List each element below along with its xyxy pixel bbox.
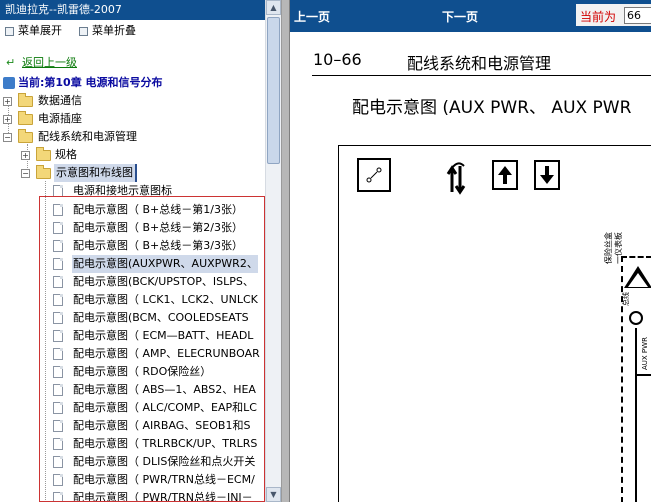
section-number: 10–66	[313, 50, 362, 69]
fuse-icon	[629, 311, 643, 325]
tree-item-label: 配电示意图（ B+总线－第3/3张）	[73, 239, 243, 252]
tree-item-label: 配电示意图（ AMP、ELECRUNBOAR	[73, 347, 260, 360]
pane-splitter[interactable]	[281, 0, 290, 502]
bus-label: 总线	[622, 292, 630, 306]
viewer-toolbar: 上一页 下一页 当前为	[290, 0, 651, 32]
menu-expand-button[interactable]: 菜单展开	[2, 24, 62, 38]
tree-item-label: 配电示意图（ RDO保险丝）	[73, 365, 212, 378]
current-chapter-label: 当前:第10章 电源和信号分布	[18, 76, 163, 89]
tree-item-label: 配电示意图（ B+总线－第1/3张）	[73, 203, 243, 216]
document-icon	[53, 348, 63, 360]
folder-open-icon	[18, 129, 33, 143]
tree-scrollbar[interactable]: ▲ ▼	[265, 0, 281, 502]
tree-item-label: 配电示意图(BCK/UPSTOP、ISLPS、	[73, 275, 254, 288]
page-label: 当前为	[580, 10, 617, 24]
navigation-pane: 凯迪拉克--凯雷德-2007 菜单展开 菜单折叠 ↵ 返回上一级 当前:第10章…	[0, 0, 281, 502]
arrow-down-icon	[534, 160, 560, 190]
tree-item-label: 配电示意图（ ABS—1、ABS2、HEA	[73, 383, 256, 396]
document-icon	[53, 384, 63, 396]
document-icon	[53, 240, 63, 252]
document-icon	[53, 330, 63, 342]
wiring-diagram: 保险丝盒 一仪表板 总线 AUX PWR	[338, 145, 651, 502]
tree-item-label: 配电示意图（ PWR/TRN总线－INJ－	[73, 491, 253, 502]
tree-item-label: 配电示意图（ TRLRBCK/UP、TRLRS	[73, 437, 258, 450]
document-icon	[53, 474, 63, 486]
tree-item-label: 配电示意图（ ECM—BATT、HEADL	[73, 329, 254, 342]
document-icon	[53, 456, 63, 468]
expand-plus-icon[interactable]: +	[21, 151, 30, 160]
connector-view-icon	[357, 158, 391, 192]
menu-collapse-button[interactable]: 菜单折叠	[76, 24, 136, 38]
section-title: 配线系统和电源管理	[407, 54, 552, 73]
document-icon	[53, 492, 63, 501]
header-rule	[312, 75, 651, 76]
menu-expand-label: 菜单展开	[18, 24, 62, 37]
wire-line	[635, 328, 637, 502]
wire-line	[635, 374, 651, 376]
collapse-minus-icon[interactable]: −	[3, 133, 12, 142]
scrollbar-thumb[interactable]	[267, 17, 280, 164]
tree-subfolder-label-selected: 示意图和布线图	[54, 164, 137, 182]
menu-collapse-label: 菜单折叠	[92, 24, 136, 37]
expand-all-icon	[5, 27, 14, 36]
tree-item-label: 配电示意图(AUXPWR、AUXPWR2、	[72, 255, 258, 273]
folder-open-icon	[36, 165, 51, 179]
app-title: 凯迪拉克--凯雷德-2007	[5, 3, 122, 16]
document-icon	[53, 204, 63, 216]
collapse-all-icon	[79, 27, 88, 36]
document-icon	[53, 366, 63, 378]
connector-symbol-icon	[366, 167, 382, 183]
wire-label: AUX PWR	[641, 337, 649, 370]
tree-item-label: 配电示意图（ B+总线－第2/3张）	[73, 221, 243, 234]
signal-flow-icon	[446, 162, 466, 195]
scroll-down-icon[interactable]: ▼	[266, 487, 281, 502]
arrow-up-icon	[492, 160, 518, 190]
tree-item-label: 配电示意图（ LCK1、LCK2、UNLCK	[73, 293, 258, 306]
page-indicator: 当前为	[576, 4, 651, 26]
back-link-label: 返回上一级	[22, 56, 77, 69]
expand-plus-icon[interactable]: +	[3, 115, 12, 124]
app-title-bar: 凯迪拉克--凯雷德-2007	[0, 0, 265, 20]
bus-triangle-inner	[628, 273, 648, 287]
tree-item-label: 配电示意图（ PWR/TRN总线－ECM/	[73, 473, 255, 486]
expand-plus-icon[interactable]: +	[3, 97, 12, 106]
tree-subfolder-label: 规格	[55, 148, 77, 161]
document-icon	[53, 222, 63, 234]
chapter-icon	[3, 77, 15, 89]
prev-page-button[interactable]: 上一页	[294, 8, 330, 25]
document-icon	[53, 258, 63, 270]
tree-item-label: 配电示意图（ DLIS保险丝和点火开关	[73, 455, 256, 468]
document-icon	[53, 294, 63, 306]
document-icon	[53, 312, 63, 324]
tree-folder-label: 配线系统和电源管理	[38, 130, 137, 143]
fuse-block-boundary	[621, 256, 651, 258]
page-number-input[interactable]	[624, 7, 651, 24]
document-viewer: 上一页 下一页 当前为 10–66 配线系统和电源管理 配电示意图 (AUX P…	[290, 0, 651, 502]
tree-item-label: 配电示意图(BCM、COOLEDSEATS	[73, 311, 249, 324]
document-icon	[53, 276, 63, 288]
tree-folder-label: 电源插座	[38, 112, 82, 125]
folder-icon	[18, 93, 33, 107]
tree-item-label: 配电示意图（ AIRBAG、SEOB1和S	[73, 419, 251, 432]
app-window: 凯迪拉克--凯雷德-2007 菜单展开 菜单折叠 ↵ 返回上一级 当前:第10章…	[0, 0, 651, 502]
current-chapter: 当前:第10章 电源和信号分布	[3, 75, 163, 91]
back-link[interactable]: ↵ 返回上一级	[6, 56, 77, 70]
document-icon	[53, 420, 63, 432]
menu-bar: 菜单展开 菜单折叠	[0, 22, 265, 40]
collapse-minus-icon[interactable]: −	[21, 169, 30, 178]
document-icon	[53, 402, 63, 414]
highlight-box: 配电示意图（ B+总线－第1/3张） 配电示意图（ B+总线－第2/3张） 配电…	[39, 196, 265, 502]
tree-folder-label: 数据通信	[38, 94, 82, 107]
document-icon	[53, 438, 63, 450]
tree-item-label: 配电示意图（ ALC/COMP、EAP和LC	[73, 401, 257, 414]
page-title: 配电示意图 (AUX PWR、 AUX PWR	[352, 98, 632, 118]
scroll-up-icon[interactable]: ▲	[266, 0, 281, 15]
folder-icon	[36, 147, 51, 161]
next-page-button[interactable]: 下一页	[442, 8, 478, 25]
back-arrow-icon: ↵	[6, 56, 16, 69]
folder-icon	[18, 111, 33, 125]
